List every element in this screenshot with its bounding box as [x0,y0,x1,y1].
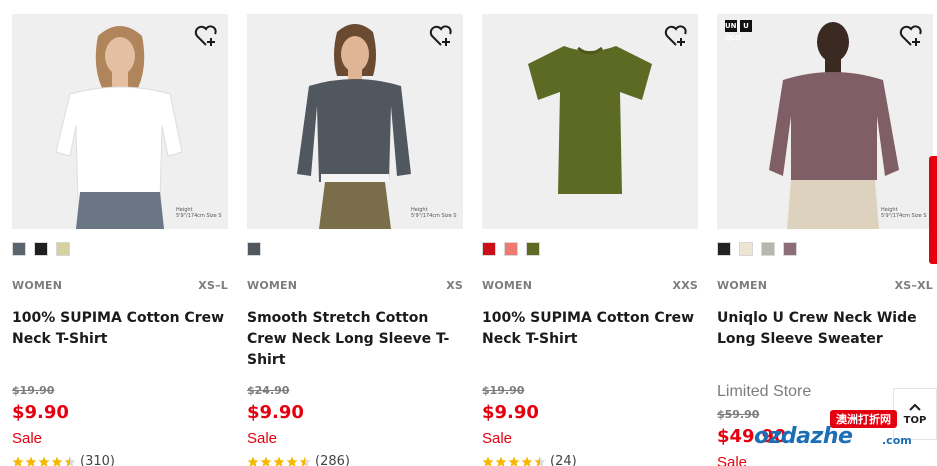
sale-label: Sale [482,430,513,447]
product-meta: WOMEN XS [247,279,463,292]
color-swatch[interactable] [504,242,518,256]
product-image[interactable]: Height 5'9"/174cm Size S [247,14,463,229]
watermark-suffix: .com [882,434,912,447]
gender-label: WOMEN [247,279,298,292]
original-price: $19.90 [482,384,525,397]
product-name[interactable]: Smooth Stretch Cotton Crew Neck Long Sle… [247,308,463,371]
gender-label: WOMEN [12,279,63,292]
color-swatch[interactable] [482,242,496,256]
product-image[interactable]: UNI QLO U Height 5'9"/174cm Size S [717,14,933,229]
star-icon [482,456,494,466]
star-icon [299,456,311,466]
sale-price: $9.90 [12,402,69,423]
color-swatch[interactable] [526,242,540,256]
rating-stars [482,456,546,466]
side-feedback-tab[interactable] [929,156,937,264]
site-watermark: 澳洲打折网 ozdazhe .com [754,408,914,458]
gender-label: WOMEN [482,279,533,292]
star-icon [286,456,298,466]
sale-label: Sale [247,430,278,447]
product-card[interactable]: Height 5'9"/174cm Size S WOMEN XS–L 100%… [12,14,228,466]
star-icon [508,456,520,466]
sale-label: Sale [717,454,748,466]
star-icon [38,456,50,466]
star-icon [260,456,272,466]
sale-label: Sale [12,430,43,447]
color-swatches [12,242,70,256]
product-card[interactable]: Height 5'9"/174cm Size S WOMEN XS Smooth… [247,14,463,466]
star-icon [12,456,24,466]
star-icon [64,456,76,466]
color-swatches [247,242,261,256]
rating: (286) [247,454,350,466]
color-swatch[interactable] [56,242,70,256]
add-to-favorites-icon[interactable] [427,22,455,50]
size-range: XS–XL [894,279,933,292]
add-to-favorites-icon[interactable] [192,22,220,50]
color-swatches [717,242,797,256]
product-name[interactable]: Uniqlo U Crew Neck Wide Long Sleeve Swea… [717,308,933,350]
product-meta: WOMEN XS–L [12,279,228,292]
color-swatches [482,242,540,256]
product-card[interactable]: WOMEN XXS 100% SUPIMA Cotton Crew Neck T… [482,14,698,466]
product-meta: WOMEN XXS [482,279,698,292]
watermark-main-text: ozdazhe [754,424,853,449]
star-icon [273,456,285,466]
add-to-favorites-icon[interactable] [897,22,925,50]
product-name[interactable]: 100% SUPIMA Cotton Crew Neck T-Shirt [12,308,228,350]
rating-stars [247,456,311,466]
store-availability: Limited Store [717,383,812,400]
star-icon [51,456,63,466]
rating-stars [12,456,76,466]
uniqlo-u-logo: U [740,20,752,32]
sale-price: $9.90 [482,402,539,423]
color-swatch[interactable] [12,242,26,256]
model-size-note: Height 5'9"/174cm Size S [411,207,457,219]
original-price: $19.90 [12,384,55,397]
star-icon [25,456,37,466]
color-swatch[interactable] [247,242,261,256]
review-count: (310) [80,454,115,466]
product-image[interactable]: Height 5'9"/174cm Size S [12,14,228,229]
sale-price: $9.90 [247,402,304,423]
review-count: (286) [315,454,350,466]
star-icon [534,456,546,466]
gender-label: WOMEN [717,279,768,292]
product-meta: WOMEN XS–XL [717,279,933,292]
color-swatch[interactable] [761,242,775,256]
star-icon [495,456,507,466]
brand-badge: UNI QLO U [725,20,752,42]
rating: (310) [12,454,115,466]
color-swatch[interactable] [34,242,48,256]
model-size-note: Height 5'9"/174cm Size S [881,207,927,219]
star-icon [521,456,533,466]
color-swatch[interactable] [717,242,731,256]
original-price: $24.90 [247,384,290,397]
size-range: XXS [672,279,698,292]
size-range: XS–L [198,279,228,292]
add-to-favorites-icon[interactable] [662,22,690,50]
model-size-note: Height 5'9"/174cm Size S [176,207,222,219]
star-icon [247,456,259,466]
product-image[interactable] [482,14,698,229]
color-swatch[interactable] [739,242,753,256]
size-range: XS [446,279,463,292]
product-name[interactable]: 100% SUPIMA Cotton Crew Neck T-Shirt [482,308,698,350]
color-swatch[interactable] [783,242,797,256]
uniqlo-logo: UNI QLO [725,20,742,42]
rating: (24) [482,454,577,466]
review-count: (24) [550,454,577,466]
